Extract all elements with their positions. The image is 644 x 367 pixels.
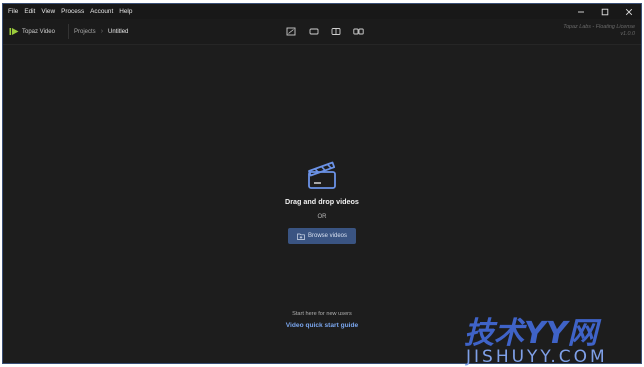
chevron-right-icon: ›	[100, 28, 104, 35]
close-icon	[625, 8, 633, 15]
menu-edit[interactable]: Edit	[24, 4, 35, 19]
menu-account[interactable]: Account	[90, 4, 113, 19]
menu-process[interactable]: Process	[61, 4, 84, 19]
view-mode-crop[interactable]	[306, 26, 322, 38]
toolbar-divider	[68, 24, 69, 39]
breadcrumb-projects[interactable]: Projects	[74, 29, 96, 35]
close-button[interactable]	[617, 4, 641, 19]
brand[interactable]: Topaz Video	[9, 19, 55, 44]
quick-start-guide-link[interactable]: Video quick start guide	[286, 322, 358, 329]
topaz-logo-icon	[9, 28, 19, 35]
minimize-button[interactable]	[569, 4, 593, 19]
quick-start-section: Start here for new users Video quick sta…	[3, 311, 641, 329]
menu-file[interactable]: File	[8, 4, 18, 19]
breadcrumb-current: Untitled	[108, 28, 129, 35]
menu-bar: File Edit View Process Account Help	[3, 4, 641, 19]
view-mode-single[interactable]	[283, 26, 299, 38]
maximize-icon	[601, 8, 609, 15]
single-view-icon	[286, 27, 296, 36]
license-text: Topaz Labs - Floating License	[563, 24, 635, 30]
version-text: v1.0.0	[620, 31, 635, 37]
view-mode-side-by-side[interactable]	[351, 26, 367, 38]
browse-videos-label: Browse videos	[307, 233, 348, 239]
new-users-hint: Start here for new users	[292, 311, 352, 317]
menu-help[interactable]: Help	[119, 4, 132, 19]
clapperboard-icon	[308, 161, 336, 189]
or-separator: OR	[317, 214, 327, 220]
menu-view[interactable]: View	[41, 4, 55, 19]
drop-zone-title: Drag and drop videos	[285, 197, 359, 206]
crop-view-icon	[309, 28, 318, 35]
drop-zone[interactable]: Drag and drop videos OR Browse videos	[3, 159, 641, 244]
toolbar: Topaz Video Projects › Untitled Topaz La…	[3, 19, 641, 45]
side-by-side-icon	[353, 28, 364, 35]
breadcrumb: Projects › Untitled	[74, 19, 128, 44]
minimize-icon	[578, 11, 584, 12]
brand-name: Topaz Video	[22, 28, 55, 35]
app-window: File Edit View Process Account Help Topa…	[2, 3, 642, 364]
browse-videos-button[interactable]: Browse videos	[288, 228, 356, 244]
folder-add-icon	[297, 233, 305, 240]
window-controls	[569, 4, 641, 19]
view-mode-switcher	[283, 19, 373, 44]
maximize-button[interactable]	[593, 4, 617, 19]
menu-items: File Edit View Process Account Help	[3, 4, 138, 19]
license-info: Topaz Labs - Floating License v1.0.0	[563, 24, 635, 38]
split-view-icon	[331, 28, 341, 35]
view-mode-split[interactable]	[328, 26, 344, 38]
